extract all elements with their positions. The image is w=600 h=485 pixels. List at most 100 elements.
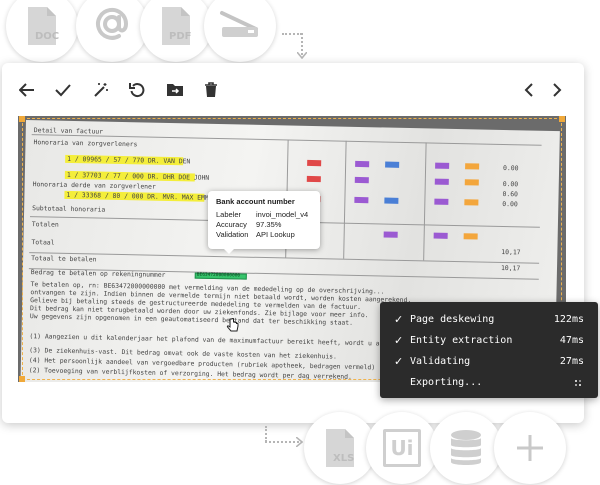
amount-value: 10,17 [500, 263, 521, 273]
invoice-line: Subtotaal honoraria [32, 204, 106, 214]
tooltip-row: Accuracy 97.35% [216, 220, 312, 230]
doc-source-button[interactable]: DOC [6, 0, 78, 62]
back-arrow-icon [19, 83, 34, 97]
xls-file-icon: XLS [323, 428, 357, 468]
tooltip-key: Validation [216, 230, 249, 239]
connector-top-h [282, 33, 302, 35]
field-tag[interactable] [354, 176, 369, 184]
field-tag[interactable] [307, 159, 322, 167]
table-border [29, 252, 540, 264]
chevron-left-icon [524, 83, 533, 97]
database-icon [451, 430, 481, 465]
field-tag[interactable] [435, 162, 450, 169]
field-tooltip: Bank account number Labeler invoi_model_… [208, 191, 320, 254]
status-step: ✓ Validating 27ms [394, 351, 584, 372]
uipath-logo-text: Ui [390, 436, 414, 460]
invoice-line: Honoraria van zorgverleners [33, 138, 138, 149]
undo-button[interactable] [126, 79, 148, 101]
arrow-down-icon [297, 52, 307, 59]
step-time: 47ms [559, 335, 584, 346]
xls-label: XLS [333, 453, 355, 464]
tooltip-value: API Lookup [256, 230, 295, 239]
field-tag[interactable] [465, 163, 480, 170]
check-icon [55, 84, 71, 97]
amount-value: 0.00 [502, 179, 519, 189]
doc-file-icon: DOC [25, 6, 59, 46]
field-tag[interactable] [385, 161, 400, 168]
move-to-folder-button[interactable] [164, 79, 186, 101]
pointer-cursor-icon [226, 318, 239, 332]
step-time: 122ms [553, 314, 584, 325]
status-step: Exporting... [394, 372, 584, 393]
invoice-line: Totaal te betalen [31, 254, 97, 264]
status-step: ✓ Entity extraction 47ms [394, 330, 584, 351]
connector-bottom-v [265, 426, 267, 442]
back-button[interactable] [16, 79, 38, 101]
step-label: Validating [410, 356, 471, 367]
field-tag[interactable] [463, 233, 478, 240]
pdf-file-icon: PDF [159, 6, 193, 46]
crop-handle[interactable] [559, 116, 565, 122]
step-label: Page deskewing [410, 314, 495, 325]
doc-label: DOC [35, 31, 60, 42]
pdf-label: PDF [169, 31, 192, 42]
processing-status-panel: ✓ Page deskewing 122ms ✓ Entity extracti… [380, 302, 598, 398]
field-tag[interactable] [433, 232, 448, 239]
tooltip-row: Validation API Lookup [216, 230, 312, 240]
tooltip-title: Bank account number [216, 197, 295, 206]
tooltip-key: Labeler [216, 210, 242, 219]
database-export-button[interactable] [430, 412, 502, 484]
undo-icon [129, 83, 145, 98]
field-tag[interactable] [354, 196, 369, 204]
amount-value: 0.60 [502, 189, 519, 199]
delete-button[interactable] [200, 79, 222, 101]
invoice-line: 1 / 37703 / 77 / 000 DR. DHR DOE JOHN [66, 170, 210, 182]
arrow-right-icon [296, 437, 303, 447]
field-tag[interactable] [434, 198, 449, 205]
next-page-button[interactable] [546, 79, 568, 101]
bank-account-number: BE63472000000000 [196, 272, 241, 279]
field-tag[interactable] [383, 231, 398, 238]
step-label: Entity extraction [410, 335, 513, 346]
tooltip-row: Labeler invoi_model_v4 [216, 210, 312, 220]
invoice-line: 1 / 09965 / 57 / 770 DR. VAN DEN [67, 154, 191, 166]
field-tag[interactable] [434, 178, 449, 185]
add-destination-button[interactable] [494, 412, 566, 484]
email-source-button[interactable] [76, 0, 148, 62]
invoice-line: (1) Aangezien u dit kalenderjaar het pla… [29, 332, 419, 349]
toolbar [2, 63, 584, 115]
amount-value: 0.00 [503, 164, 519, 173]
scanner-icon [218, 7, 262, 46]
field-tag[interactable] [306, 175, 321, 183]
invoice-line: Totaal [31, 238, 55, 247]
confirm-button[interactable] [52, 79, 74, 101]
tooltip-value: 97.35% [256, 220, 282, 229]
chevron-right-icon [553, 83, 562, 97]
amount-value: 10,17 [501, 247, 521, 257]
field-tag[interactable] [464, 199, 479, 206]
check-icon: ✓ [394, 313, 404, 326]
invoice-line: Bedrag te betalen op rekeningnummer [30, 268, 166, 279]
trash-icon [205, 82, 217, 97]
invoice-line: Honoraria derde van zorgverlener [32, 180, 156, 191]
step-time: 27ms [559, 356, 584, 367]
crop-handle[interactable] [19, 376, 25, 382]
previous-page-button[interactable] [518, 79, 540, 101]
uipath-export-button[interactable]: Ui [366, 412, 438, 484]
field-tag[interactable] [464, 179, 479, 186]
loading-spinner-icon [575, 380, 581, 386]
field-tag[interactable] [384, 197, 399, 204]
invoice-line: Detail van factuur [33, 126, 104, 136]
table-border [423, 142, 427, 261]
table-border [343, 140, 347, 259]
scanner-source-button[interactable] [204, 0, 276, 62]
move-to-folder-icon [167, 84, 183, 96]
tooltip-key: Accuracy [216, 220, 247, 229]
crop-handle[interactable] [19, 116, 25, 122]
pdf-source-button[interactable]: PDF [140, 0, 212, 62]
at-sign-icon [92, 4, 132, 49]
field-tag[interactable] [355, 160, 370, 168]
add-icon [517, 435, 543, 461]
amount-value: 0.00 [502, 199, 518, 209]
auto-enhance-button[interactable] [90, 79, 112, 101]
